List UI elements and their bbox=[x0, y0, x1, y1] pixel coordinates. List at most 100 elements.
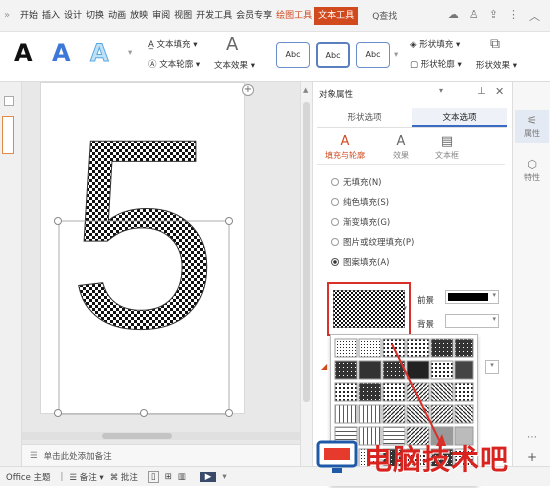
chevron-down-icon[interactable]: ▾ bbox=[403, 304, 407, 312]
resize-handle[interactable] bbox=[225, 409, 233, 417]
watermark: 电脑技术吧 bbox=[316, 436, 550, 480]
style-label: 特性 bbox=[524, 173, 540, 182]
radio-solid-fill[interactable]: 纯色填充(S) bbox=[331, 196, 389, 208]
scroll-thumb[interactable] bbox=[102, 433, 172, 439]
resize-handle[interactable] bbox=[225, 217, 233, 225]
shape-style-2[interactable]: Abc bbox=[316, 42, 350, 68]
text-outline-button[interactable]: Ⓐ 文本轮廓 ▾ bbox=[148, 58, 200, 70]
shape-style-dropdown-icon[interactable]: ▾ bbox=[394, 50, 398, 60]
subtab-textbox-label: 文本框 bbox=[435, 151, 459, 160]
pattern-number-graphic[interactable]: 5 bbox=[41, 83, 246, 415]
text-fill-button[interactable]: A̲ 文本填充 ▾ bbox=[148, 38, 198, 50]
resize-handle[interactable] bbox=[54, 217, 62, 225]
background-color-picker[interactable]: ▾ bbox=[445, 314, 499, 328]
normal-view-icon[interactable]: ▯ bbox=[147, 470, 159, 483]
close-icon[interactable]: ✕ bbox=[495, 85, 504, 98]
text-style-outline[interactable]: A bbox=[90, 38, 110, 68]
tab-design[interactable]: 设计 bbox=[62, 7, 84, 25]
thumb-icon[interactable] bbox=[4, 96, 14, 106]
radio-dot bbox=[331, 178, 339, 186]
comments-button[interactable]: ⌘ 批注 bbox=[110, 471, 138, 483]
cloud-icon[interactable]: ☁ bbox=[448, 8, 459, 24]
panel-title: 对象属性 bbox=[319, 90, 354, 100]
tab-developer[interactable]: 开发工具 bbox=[194, 7, 234, 25]
search-button[interactable]: Q查找 bbox=[372, 9, 397, 22]
notes-placeholder[interactable]: 单击此处添加备注 bbox=[44, 450, 112, 462]
collapse-icon[interactable]: ︿ bbox=[529, 8, 540, 24]
text-style-black[interactable]: A bbox=[14, 38, 33, 68]
big-number-text: 5 bbox=[68, 84, 218, 385]
scroll-thumb[interactable] bbox=[303, 102, 310, 402]
partial-dropdown[interactable]: ▾ bbox=[485, 360, 499, 374]
comments-label: 批注 bbox=[120, 472, 138, 483]
shape-effect-button[interactable]: 形状效果 ▾ bbox=[476, 59, 517, 71]
subtab-textbox[interactable]: ▤ 文本框 bbox=[421, 134, 473, 161]
expand-chevron-icon[interactable]: » bbox=[4, 10, 18, 21]
panel-dropdown-icon[interactable]: ▾ bbox=[439, 86, 443, 95]
radio-label: 渐变填充(G) bbox=[343, 218, 391, 228]
shape-style-1[interactable]: Abc bbox=[276, 42, 310, 68]
resize-handle[interactable] bbox=[140, 409, 148, 417]
ribbon: A A A ▾ A̲ 文本填充 ▾ Ⓐ 文本轮廓 ▾ A 文本效果 ▾ Abc … bbox=[0, 32, 550, 82]
slide[interactable]: 5 bbox=[40, 82, 246, 417]
grid-view-icon[interactable]: ⊞ bbox=[165, 472, 172, 482]
pin-icon[interactable]: ⊥ bbox=[477, 86, 486, 97]
user-icon[interactable]: ♙ bbox=[469, 8, 479, 24]
shape-outline-button[interactable]: ▢ 形状轮廓 ▾ bbox=[410, 58, 462, 70]
shape-style-3[interactable]: Abc bbox=[356, 42, 390, 68]
tab-transitions[interactable]: 切换 bbox=[84, 7, 106, 25]
comment-icon: ⌘ bbox=[109, 472, 119, 483]
horizontal-scrollbar[interactable] bbox=[22, 432, 300, 440]
tab-drawing-tools[interactable]: 绘图工具 bbox=[274, 7, 314, 25]
slide-canvas[interactable]: 5 + bbox=[22, 82, 300, 444]
play-icon[interactable]: ▶ bbox=[199, 471, 217, 482]
radio-picture-fill[interactable]: 图片或纹理填充(P) bbox=[331, 236, 414, 248]
resize-handle[interactable] bbox=[54, 409, 62, 417]
radio-dot bbox=[331, 218, 339, 226]
subtab-fill-outline[interactable]: A 填充与轮廓 bbox=[319, 134, 371, 161]
tab-view[interactable]: 视图 bbox=[172, 7, 194, 25]
shape-fill-button[interactable]: ◈ 形状填充 ▾ bbox=[410, 38, 460, 50]
chevron-down-icon[interactable]: ▾ bbox=[222, 472, 226, 482]
tab-text-options[interactable]: 文本选项 bbox=[412, 108, 507, 127]
radio-label: 纯色填充(S) bbox=[343, 198, 390, 208]
text-fill-icon: A̲ bbox=[148, 40, 154, 50]
tab-insert[interactable]: 插入 bbox=[40, 7, 62, 25]
foreground-color-picker[interactable]: ▾ bbox=[445, 290, 499, 304]
radio-gradient-fill[interactable]: 渐变填充(G) bbox=[331, 216, 390, 228]
pattern-selector-highlight[interactable]: ▾ bbox=[327, 282, 411, 336]
subtab-effects-label: 效果 bbox=[393, 151, 409, 160]
chevron-down-icon: ▾ bbox=[492, 315, 496, 323]
slide-thumbnail[interactable] bbox=[2, 116, 14, 154]
tab-review[interactable]: 审阅 bbox=[150, 7, 172, 25]
radio-dot bbox=[331, 258, 339, 266]
reading-view-icon[interactable]: ▥ bbox=[178, 472, 186, 482]
tab-animations[interactable]: 动画 bbox=[106, 7, 128, 25]
theme-label: Office 主题 bbox=[6, 472, 51, 483]
notes-toggle-button[interactable]: ☰ 备注 ▾ bbox=[69, 471, 103, 483]
effects-icon: A bbox=[396, 134, 406, 149]
tab-home[interactable]: 开始 bbox=[18, 7, 40, 25]
add-icon[interactable]: + bbox=[242, 84, 254, 96]
tab-shape-options[interactable]: 形状选项 bbox=[317, 108, 412, 127]
radio-no-fill[interactable]: 无填充(N) bbox=[331, 176, 382, 188]
vertical-scrollbar[interactable]: ▲ bbox=[300, 82, 312, 466]
scroll-up-icon[interactable]: ▲ bbox=[303, 86, 308, 94]
text-effect-button[interactable]: 文本效果 ▾ bbox=[214, 59, 255, 71]
properties-button[interactable]: ⚟ 属性 bbox=[515, 110, 549, 143]
tab-text-tools[interactable]: 文本工具 bbox=[314, 6, 359, 25]
radio-dot bbox=[331, 198, 339, 206]
radio-label: 无填充(N) bbox=[343, 178, 382, 188]
slide-thumbnail-strip[interactable] bbox=[0, 82, 22, 466]
subtab-effects[interactable]: A 效果 bbox=[375, 134, 427, 161]
style-button[interactable]: ⬡ 特性 bbox=[515, 158, 549, 183]
style-dropdown-icon[interactable]: ▾ bbox=[128, 48, 132, 58]
notes-bar[interactable]: ☰ 单击此处添加备注 bbox=[22, 444, 300, 466]
tab-slideshow[interactable]: 放映 bbox=[128, 7, 150, 25]
tab-member[interactable]: 会员专享 bbox=[234, 7, 274, 25]
radio-pattern-fill[interactable]: 图案填充(A) bbox=[331, 256, 389, 268]
more-icon[interactable]: ⋮ bbox=[508, 8, 519, 24]
text-style-blue[interactable]: A bbox=[52, 38, 71, 68]
radio-label: 图案填充(A) bbox=[343, 258, 390, 268]
share-icon[interactable]: ⇪ bbox=[489, 8, 498, 24]
